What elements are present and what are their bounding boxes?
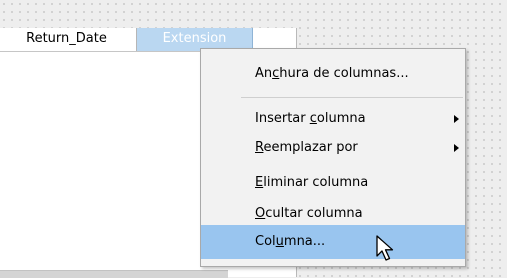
menu-item-label: Insertar columna [255, 111, 366, 126]
menu-item-label: Ocultar columna [255, 206, 363, 221]
menu-item-label: Eliminar columna [255, 175, 369, 190]
menu-item-column-width[interactable]: Anchura de columnas... [201, 57, 465, 91]
column-context-menu: Anchura de columnas... Insertar columna … [200, 48, 466, 267]
menu-separator [241, 97, 463, 98]
menu-item-replace-with[interactable]: Reemplazar por [201, 131, 465, 165]
menu-item-label: Columna... [255, 234, 326, 249]
menu-item-delete-column[interactable]: Eliminar columna [201, 166, 465, 200]
menu-item-column[interactable]: Columna... [201, 225, 465, 259]
mouse-pointer-icon [376, 235, 394, 261]
menu-item-label: Reemplazar por [255, 140, 358, 155]
menu-item-label: Anchura de columnas... [255, 66, 409, 81]
chevron-right-icon [454, 115, 459, 123]
column-header-return-date[interactable]: Return_Date [0, 28, 137, 51]
chevron-right-icon [454, 144, 459, 152]
